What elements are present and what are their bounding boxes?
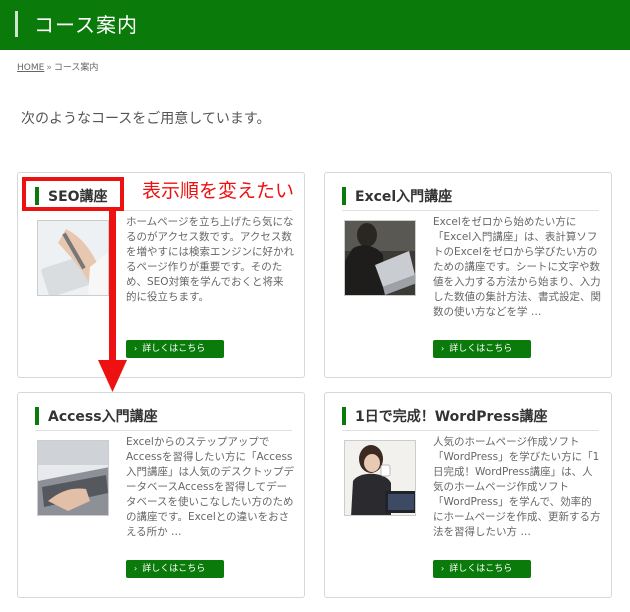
intro-text: 次のようなコースをご用意しています。 bbox=[21, 111, 271, 127]
course-description: 人気のホームページ作成ソフト「WordPress」を学びたい方に「1日完成！Wo… bbox=[433, 436, 601, 538]
person-with-laptop-photo-icon bbox=[345, 221, 415, 295]
header-accent-bar bbox=[15, 11, 18, 37]
more-details-label: 詳しくはこちら bbox=[449, 564, 513, 574]
breadcrumb-separator: » bbox=[46, 63, 52, 73]
chevron-right-icon: › bbox=[134, 344, 138, 353]
course-card-wordpress: 1日で完成！WordPress講座 人気のホームページ作成ソフト「WordPre… bbox=[324, 392, 612, 598]
course-title[interactable]: 1日で完成！WordPress講座 bbox=[355, 406, 548, 426]
breadcrumb-current: コース案内 bbox=[53, 63, 99, 73]
chevron-right-icon: › bbox=[134, 564, 138, 573]
breadcrumb: HOME» コース案内 bbox=[17, 60, 98, 73]
course-title[interactable]: Access入門講座 bbox=[48, 406, 158, 426]
course-title[interactable]: Excel入門講座 bbox=[355, 186, 452, 206]
course-thumbnail[interactable] bbox=[37, 440, 109, 516]
course-card-header: Excel入門講座 bbox=[342, 185, 599, 211]
heading-accent-mark bbox=[342, 407, 346, 425]
course-thumbnail[interactable] bbox=[344, 440, 416, 516]
course-thumbnail[interactable] bbox=[344, 220, 416, 296]
course-card-header: Access入門講座 bbox=[35, 405, 292, 431]
more-details-button[interactable]: › 詳しくはこちら bbox=[433, 340, 531, 358]
laptop-keyboard-photo-icon bbox=[38, 441, 108, 515]
course-description: ホームページを立ち上げたら気になるのがアクセス数です。アクセス数を増やすには検索… bbox=[126, 216, 294, 303]
woman-with-coffee-photo-icon bbox=[345, 441, 415, 515]
heading-accent-mark bbox=[35, 407, 39, 425]
more-details-label: 詳しくはこちら bbox=[142, 344, 206, 354]
heading-accent-mark bbox=[342, 187, 346, 205]
more-details-label: 詳しくはこちら bbox=[449, 344, 513, 354]
more-details-button[interactable]: › 詳しくはこちら bbox=[433, 560, 531, 578]
annotation-highlight-box bbox=[22, 177, 124, 211]
more-details-button[interactable]: › 詳しくはこちら bbox=[126, 340, 224, 358]
chevron-right-icon: › bbox=[441, 344, 445, 353]
course-card-header: 1日で完成！WordPress講座 bbox=[342, 405, 599, 431]
course-description: Excelをゼロから始めたい方に「Excel入門講座」は、表計算ソフトのExce… bbox=[433, 216, 601, 318]
more-details-button[interactable]: › 詳しくはこちら bbox=[126, 560, 224, 578]
course-card-excel: Excel入門講座 Excelをゼロから始めたい方に「Excel入門講座」は、表… bbox=[324, 172, 612, 378]
page-header: コース案内 bbox=[0, 0, 630, 50]
breadcrumb-home-link[interactable]: HOME bbox=[17, 63, 44, 73]
down-arrow-icon bbox=[98, 208, 127, 392]
chevron-right-icon: › bbox=[441, 564, 445, 573]
course-description: Excelからのステップアップで Accessを習得したい方に「Access入門… bbox=[126, 436, 294, 538]
page-title: コース案内 bbox=[34, 13, 138, 37]
more-details-label: 詳しくはこちら bbox=[142, 564, 206, 574]
course-card-access: Access入門講座 Excelからのステップアップで Accessを習得したい… bbox=[17, 392, 305, 598]
annotation-text: 表示順を変えたい bbox=[142, 180, 295, 202]
